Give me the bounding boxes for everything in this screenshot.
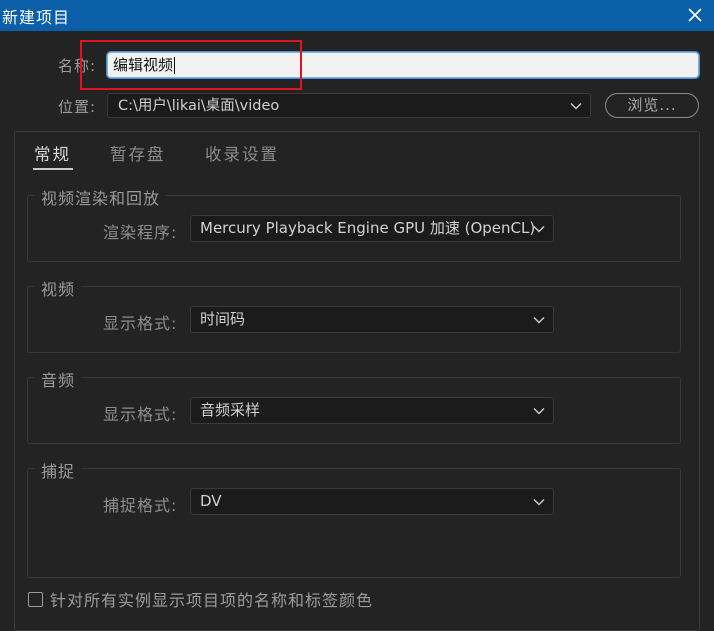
active-tab-indicator bbox=[33, 168, 73, 170]
renderer-dropdown[interactable]: Mercury Playback Engine GPU 加速 (OpenCL) bbox=[190, 215, 554, 242]
capture-format-value: DV bbox=[200, 492, 222, 510]
location-label: 位置: bbox=[58, 98, 97, 116]
chevron-down-icon bbox=[533, 498, 545, 506]
name-input-value: 编辑视频 bbox=[113, 56, 174, 74]
video-format-label: 显示格式: bbox=[103, 314, 178, 333]
group-render-title: 视频渲染和回放 bbox=[35, 185, 167, 209]
title-bar: 新建项目 bbox=[0, 0, 714, 31]
chevron-down-icon bbox=[570, 102, 582, 110]
close-icon[interactable] bbox=[682, 2, 708, 28]
chevron-down-icon bbox=[533, 407, 545, 415]
location-value: C:\用户\likai\桌面\video bbox=[118, 98, 280, 114]
group-capture bbox=[27, 468, 681, 578]
group-capture-title: 捕捉 bbox=[35, 458, 82, 482]
video-display-format-dropdown[interactable]: 时间码 bbox=[190, 306, 554, 333]
group-video-title: 视频 bbox=[35, 276, 82, 300]
renderer-label: 渲染程序: bbox=[103, 223, 178, 242]
window-title: 新建项目 bbox=[2, 8, 71, 27]
video-format-value: 时间码 bbox=[200, 310, 246, 328]
location-dropdown[interactable]: C:\用户\likai\桌面\video bbox=[107, 93, 591, 118]
capture-format-label: 捕捉格式: bbox=[103, 496, 178, 515]
audio-format-label: 显示格式: bbox=[103, 405, 178, 424]
tab-ingest-settings[interactable]: 收录设置 bbox=[205, 141, 279, 165]
chevron-down-icon bbox=[533, 225, 545, 233]
text-caret bbox=[174, 57, 176, 74]
renderer-value: Mercury Playback Engine GPU 加速 (OpenCL) bbox=[200, 219, 536, 237]
capture-format-dropdown[interactable]: DV bbox=[190, 488, 554, 515]
tab-scratch-disks[interactable]: 暂存盘 bbox=[110, 141, 166, 165]
show-labels-checkbox[interactable] bbox=[28, 591, 43, 607]
chevron-down-icon bbox=[533, 316, 545, 324]
audio-format-value: 音频采样 bbox=[200, 401, 261, 419]
browse-button[interactable]: 浏览... bbox=[605, 93, 699, 118]
audio-display-format-dropdown[interactable]: 音频采样 bbox=[190, 397, 554, 424]
tab-general[interactable]: 常规 bbox=[34, 141, 71, 165]
show-labels-row[interactable]: 针对所有实例显示项目项的名称和标签颜色 bbox=[28, 588, 373, 610]
group-audio-title: 音频 bbox=[35, 367, 82, 391]
show-labels-label: 针对所有实例显示项目项的名称和标签颜色 bbox=[50, 591, 374, 610]
name-label: 名称: bbox=[58, 57, 97, 75]
name-input[interactable]: 编辑视频 bbox=[107, 52, 699, 78]
